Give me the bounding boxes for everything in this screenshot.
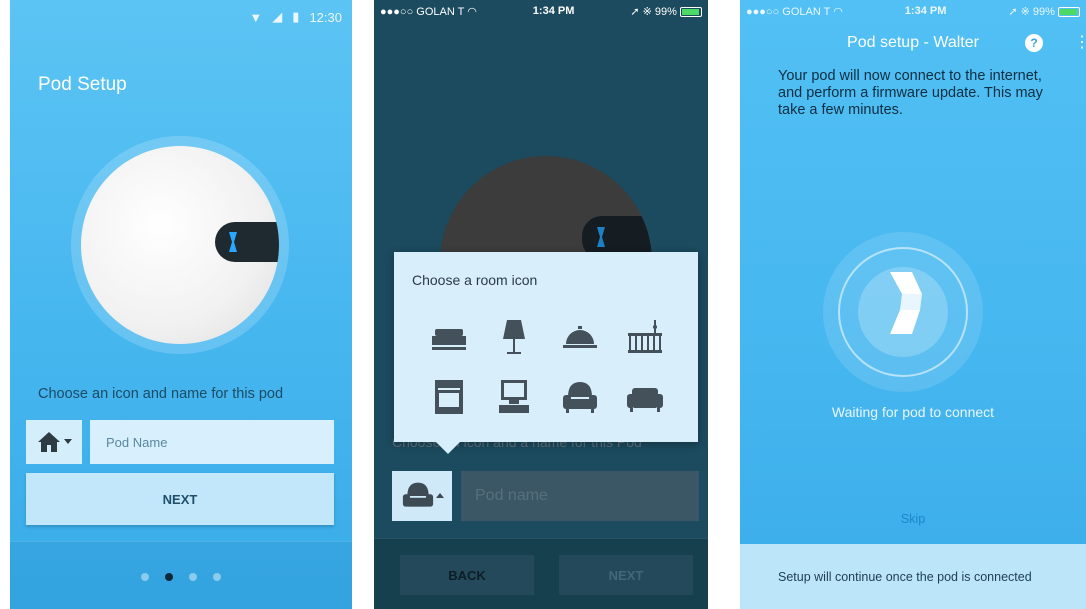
bluetooth-icon: ※ bbox=[1020, 5, 1030, 18]
page-dot bbox=[141, 573, 149, 581]
room-icon-grid bbox=[422, 314, 672, 420]
page-dot bbox=[189, 573, 197, 581]
popover-title: Choose a room icon bbox=[412, 272, 538, 288]
android-status-bar: ▼ ◢ ▮ 12:30 bbox=[10, 0, 352, 34]
battery-icon bbox=[1058, 6, 1080, 17]
button-footer: BACK NEXT bbox=[374, 538, 708, 609]
page-dot bbox=[213, 573, 221, 581]
armchair-icon bbox=[402, 482, 434, 507]
next-button[interactable]: NEXT bbox=[559, 555, 693, 595]
status-time: 1:34 PM bbox=[532, 5, 575, 17]
android-pod-setup-screen: ▼ ◢ ▮ 12:30 Pod Setup Choose an icon and… bbox=[10, 0, 352, 609]
room-option-oven[interactable] bbox=[422, 374, 476, 420]
back-button[interactable]: BACK bbox=[400, 555, 534, 595]
pager-footer bbox=[10, 541, 352, 609]
status-time: 12:30 bbox=[309, 9, 342, 25]
next-button[interactable]: NEXT bbox=[26, 473, 334, 525]
footer-message: Setup will continue once the pod is conn… bbox=[778, 570, 1032, 584]
carrier-label: ●●●○○ GOLAN T ◠ bbox=[746, 5, 843, 18]
bed-icon bbox=[431, 329, 466, 350]
armchair-icon bbox=[562, 382, 597, 413]
location-icon: ➚ bbox=[1008, 5, 1018, 18]
room-icon-popover: Choose a room icon bbox=[394, 252, 698, 454]
firmware-description: Your pod will now connect to the interne… bbox=[778, 68, 1043, 118]
pod-led-icon bbox=[597, 227, 605, 247]
more-options-icon[interactable]: ⋮ bbox=[1074, 32, 1086, 54]
help-icon[interactable]: ? bbox=[1025, 34, 1043, 52]
pod-led-icon bbox=[229, 232, 237, 252]
ios-waiting-screen: ●●●○○ GOLAN T ◠ 1:34 PM ➚ ※ 99% Pod setu… bbox=[740, 0, 1086, 609]
pod-name-input[interactable] bbox=[90, 420, 334, 464]
pod-name-input[interactable] bbox=[461, 471, 699, 521]
ios-status-bar: ●●●○○ GOLAN T ◠ 1:34 PM ➚ ※ 99% bbox=[374, 0, 708, 22]
room-icon-picker[interactable] bbox=[392, 471, 452, 521]
skip-link[interactable]: Skip bbox=[740, 512, 1086, 526]
page-title: Pod Setup bbox=[38, 74, 127, 95]
battery-status: ➚ ※ 99% bbox=[1008, 5, 1080, 18]
dropdown-caret-up-icon bbox=[436, 493, 444, 498]
lamp-icon bbox=[503, 320, 526, 354]
carrier-label: ●●●○○ GOLAN T ◠ bbox=[380, 5, 477, 18]
pod-illustration bbox=[81, 146, 279, 344]
ios-status-bar: ●●●○○ GOLAN T ◠ 1:34 PM ➚ ※ 99% bbox=[740, 0, 1086, 22]
waiting-status: Waiting for pod to connect bbox=[831, 404, 995, 420]
crib-icon bbox=[628, 320, 663, 353]
signal-icon: ◢ bbox=[272, 9, 283, 24]
nav-header: Pod setup - Walter ? ⋮ bbox=[740, 32, 1086, 58]
instruction-caption: Choose an icon and name for this pod bbox=[38, 386, 284, 402]
room-option-sofa[interactable] bbox=[619, 374, 673, 420]
room-option-computer[interactable] bbox=[488, 374, 542, 420]
battery-status: ➚ ※ 99% bbox=[630, 5, 702, 18]
location-icon: ➚ bbox=[630, 5, 640, 18]
room-option-crib[interactable] bbox=[619, 314, 673, 360]
home-icon bbox=[37, 432, 60, 452]
info-footer: Setup will continue once the pod is conn… bbox=[740, 544, 1086, 609]
room-option-bed[interactable] bbox=[422, 314, 476, 360]
room-option-dish[interactable] bbox=[553, 314, 607, 360]
pod-logo-icon bbox=[890, 272, 922, 334]
battery-icon: ▮ bbox=[292, 9, 300, 24]
page-dot-active bbox=[165, 573, 173, 581]
sofa-icon bbox=[627, 388, 664, 412]
wifi-icon: ▼ bbox=[249, 9, 263, 25]
room-icon-picker[interactable] bbox=[26, 420, 82, 464]
oven-icon bbox=[434, 380, 463, 414]
status-time: 1:34 PM bbox=[904, 5, 947, 17]
battery-icon bbox=[680, 6, 702, 17]
page-indicator bbox=[10, 573, 352, 581]
ios-room-icon-screen: ●●●○○ GOLAN T ◠ 1:34 PM ➚ ※ 99% Choose a… bbox=[374, 0, 708, 609]
room-option-armchair[interactable] bbox=[553, 374, 607, 420]
pod-tab bbox=[215, 222, 279, 262]
room-option-lamp[interactable] bbox=[488, 314, 542, 360]
bluetooth-icon: ※ bbox=[642, 5, 652, 18]
dropdown-caret-icon bbox=[63, 439, 72, 444]
dish-icon bbox=[562, 326, 597, 348]
computer-icon bbox=[499, 380, 530, 413]
